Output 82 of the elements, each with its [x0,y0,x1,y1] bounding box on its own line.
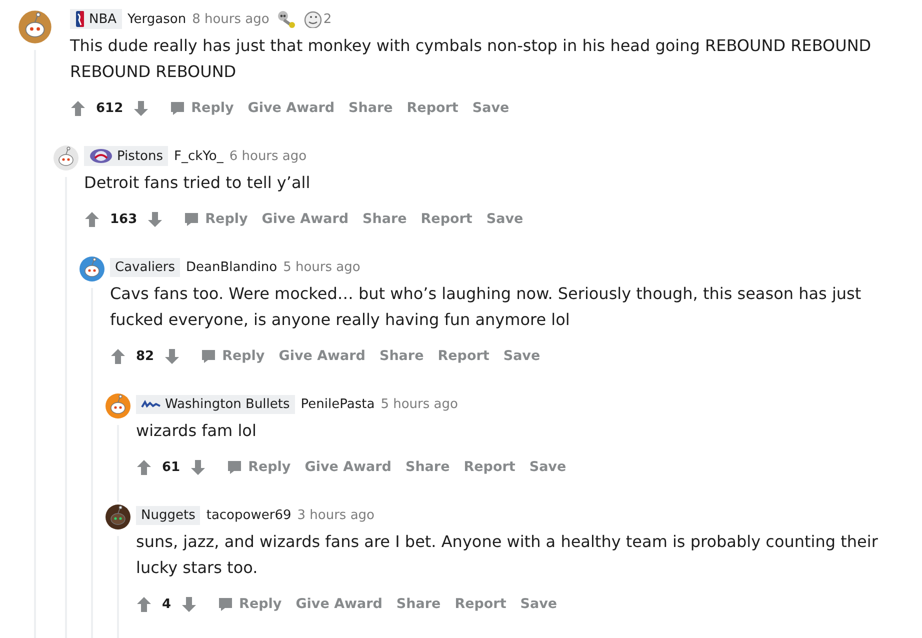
comment-icon [201,348,216,364]
username-link[interactable]: DeanBlandino [186,260,278,274]
logo-icon [75,11,85,27]
action-button[interactable]: Share [342,96,400,120]
reply-button[interactable]: Reply [211,592,289,616]
downvote-button[interactable] [147,210,164,228]
timestamp[interactable]: 8 hours ago [192,12,270,26]
downvote-button[interactable] [190,458,206,476]
reply-button[interactable]: Reply [177,207,255,231]
comment-icon [218,596,234,612]
downvote-icon [181,596,198,612]
downvote-button[interactable] [164,348,180,364]
downvote-icon [164,348,180,364]
action-button[interactable]: Share [398,455,457,479]
reply-button[interactable]: Reply [194,344,272,368]
downvote-icon [147,210,164,228]
avatar-icon[interactable] [105,504,131,530]
vote-count: 4 [162,596,172,612]
award-icon [275,10,298,28]
action-button[interactable]: Share [372,344,431,368]
action-button[interactable]: Give Award [272,344,372,368]
upvote-icon [136,596,152,612]
action-button[interactable]: Share [356,207,414,231]
comment-icon [184,212,200,226]
upvote-icon [70,100,86,116]
downvote-button[interactable] [133,100,150,116]
action-button[interactable]: Save [479,207,530,231]
flair-tag[interactable]: Washington Bullets [136,394,295,414]
comment-text: wizards fam lol [136,420,258,442]
username-link[interactable]: F_ckYo_ [174,148,224,164]
upvote-button[interactable] [136,596,152,612]
action-button[interactable]: Save [496,344,548,368]
action-button[interactable]: Report [414,207,480,231]
downvote-button[interactable] [181,596,198,612]
logo-icon [89,148,113,164]
action-button[interactable]: Save [465,96,516,120]
vote-count: 612 [96,100,124,116]
upvote-button[interactable] [84,210,100,228]
downvote-icon [133,100,150,116]
flair-tag[interactable]: Cavaliers [110,258,180,276]
vote-count: 61 [162,460,180,474]
action-button[interactable]: Report [448,592,514,616]
comment-text: Detroit fans tried to tell y’all [84,172,312,194]
logo-icon [141,400,161,408]
upvote-button[interactable] [136,458,152,476]
timestamp[interactable]: 5 hours ago [283,260,360,274]
timestamp[interactable]: 6 hours ago [229,148,307,164]
action-button[interactable]: Give Award [240,96,342,120]
reply-button[interactable]: Reply [163,96,241,120]
downvote-icon [190,458,206,476]
flair-tag[interactable]: NBA [70,9,122,29]
upvote-icon [136,458,152,476]
comment-text: suns, jazz, and wizards fans are I bet. Anyone with a healthy team is probably counting their lucky stars too. [136,531,879,579]
timestamp[interactable]: 3 hours ago [297,508,374,522]
comment-text: Cavs fans too. Were mocked… but who’s laughing now. Seriously though, this season has just fucked everyone, is anyone really having fun anymore lol [110,283,862,331]
comment-text: This dude really has just that monkey with cymbals non-stop in his head going REBOUND REBOUND REBOUND REBOUND [70,35,872,83]
upvote-button[interactable] [70,100,86,116]
vote-count: 163 [110,212,138,226]
upvote-icon [84,210,100,228]
award-count: 2 [323,12,332,26]
action-button[interactable]: Report [430,344,496,368]
award-icon [303,10,324,28]
action-button[interactable]: Give Award [298,455,398,479]
username-link[interactable]: tacopower69 [206,508,292,522]
flair-tag[interactable]: Nuggets [136,506,200,524]
reply-button[interactable]: Reply [220,455,298,479]
action-button[interactable]: Give Award [254,207,356,231]
vote-count: 82 [136,348,154,364]
username-link[interactable]: PenilePasta [300,396,375,412]
action-button[interactable]: Give Award [288,592,390,616]
action-button[interactable]: Report [400,96,466,120]
comment-icon [170,100,186,116]
timestamp[interactable]: 5 hours ago [380,396,458,412]
action-button[interactable]: Save [522,455,574,479]
action-button[interactable]: Report [456,455,522,479]
comment-icon [227,460,242,474]
action-button[interactable]: Share [389,592,448,616]
upvote-icon [110,348,126,364]
username-link[interactable]: Yergason [128,12,186,26]
flair-tag[interactable]: Pistons [84,146,168,166]
action-button[interactable]: Save [513,592,564,616]
upvote-button[interactable] [110,348,126,364]
